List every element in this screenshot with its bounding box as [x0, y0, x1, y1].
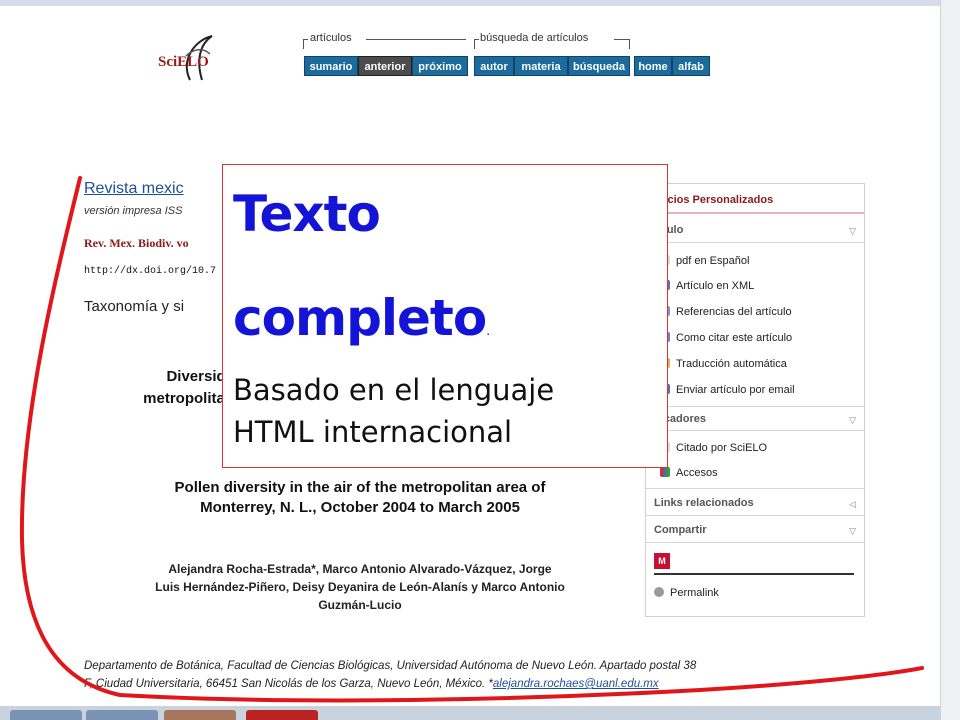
- window-scrollbar[interactable]: [940, 0, 960, 720]
- red-marker-annotation: [19, 176, 924, 703]
